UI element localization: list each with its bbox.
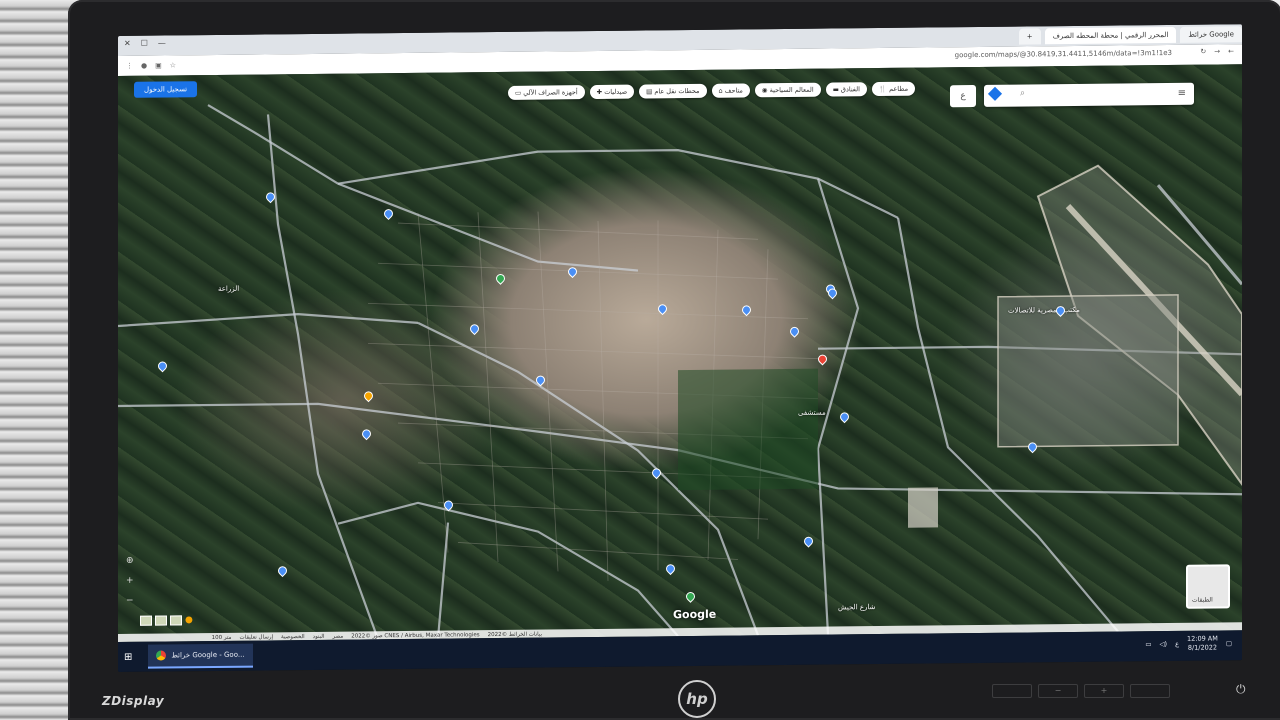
notifications-icon[interactable]: ▢ bbox=[1226, 639, 1232, 647]
star-icon[interactable]: ☆ bbox=[170, 61, 176, 69]
window-controls: ✕ ☐ — bbox=[124, 38, 166, 47]
map-label[interactable]: الزراعة bbox=[218, 285, 239, 293]
zoom-out-button[interactable]: − bbox=[126, 596, 134, 606]
chip-museums[interactable]: ⌂ متاحف bbox=[711, 83, 750, 98]
map-label[interactable]: مستشفى bbox=[798, 409, 826, 417]
nav-buttons: ↻ → ← bbox=[1200, 47, 1234, 55]
clock[interactable]: 12:09 AM 8/1/2022 bbox=[1187, 634, 1218, 652]
road-network bbox=[118, 104, 1242, 640]
pharmacy-icon: ✚ bbox=[596, 87, 603, 96]
satellite-map[interactable]: تسجيل الدخول 🍴 مطاعم ▬ الفنادق ◉ المعالم… bbox=[118, 64, 1242, 643]
chip-transit[interactable]: ▤ محطات نقل عام bbox=[639, 83, 707, 99]
thumbnail-icon[interactable] bbox=[140, 615, 152, 626]
back-icon[interactable]: ← bbox=[1228, 47, 1234, 55]
new-tab-button[interactable]: + bbox=[1018, 28, 1041, 45]
fork-knife-icon: 🍴 bbox=[878, 84, 887, 94]
browser-tab[interactable]: خرائط Google bbox=[1180, 26, 1242, 43]
bus-icon: ▤ bbox=[646, 87, 653, 96]
chip-atms[interactable]: ▭ أجهزة الصراف الآلي bbox=[508, 85, 585, 100]
monitor-buttons[interactable]: − + bbox=[992, 684, 1170, 698]
camera-icon: ◉ bbox=[761, 86, 768, 95]
monitor-model-label: ZDisplay bbox=[102, 694, 165, 708]
zoom-in-button[interactable]: + bbox=[126, 576, 134, 586]
atm-icon: ▭ bbox=[515, 88, 522, 97]
extensions-icon[interactable]: ▣ bbox=[155, 62, 162, 70]
map-controls: ⊕ + − bbox=[126, 556, 134, 606]
monitor-button[interactable]: − bbox=[1038, 684, 1078, 698]
chip-hotels[interactable]: ▬ الفنادق bbox=[825, 82, 867, 97]
taskbar-app-chrome[interactable]: خرائط Google - Goo... bbox=[148, 643, 253, 669]
bed-icon: ▬ bbox=[832, 85, 839, 94]
compass-icon[interactable]: ⊕ bbox=[126, 556, 134, 566]
map-label[interactable]: شارع الجيش bbox=[838, 603, 875, 611]
system-tray: ▭ ◁) ع 12:09 AM 8/1/2022 ▢ bbox=[1145, 634, 1232, 653]
hp-logo: hp bbox=[678, 680, 716, 718]
pegman-icon[interactable]: ● bbox=[185, 615, 193, 625]
search-box[interactable]: ⌕ ≡ bbox=[984, 82, 1194, 107]
museum-icon: ⌂ bbox=[718, 86, 723, 95]
building bbox=[908, 487, 938, 528]
monitor-button[interactable]: + bbox=[1084, 684, 1124, 698]
reload-icon[interactable]: ↻ bbox=[1200, 48, 1206, 56]
volume-icon[interactable]: ◁) bbox=[1160, 640, 1168, 648]
chip-restaurants[interactable]: 🍴 مطاعم bbox=[871, 81, 916, 97]
clock-time: 12:09 AM bbox=[1186, 634, 1218, 643]
power-icon[interactable]: ⏻ bbox=[1236, 682, 1246, 697]
hamburger-menu-icon[interactable]: ≡ bbox=[1178, 88, 1186, 99]
thumbnail-icon[interactable] bbox=[170, 615, 182, 626]
language-button[interactable]: ع bbox=[950, 85, 976, 108]
layers-button[interactable]: الطبقات bbox=[1186, 564, 1230, 609]
close-icon[interactable]: ✕ bbox=[124, 39, 131, 48]
browser-tab-active[interactable]: المحرر الرقمي | محطة المحطه الصرف bbox=[1044, 26, 1177, 45]
taskbar-app-label: خرائط Google - Goo... bbox=[171, 650, 245, 660]
windows-start-icon[interactable]: ⊞ bbox=[124, 651, 132, 662]
chip-pharmacies[interactable]: ✚ صيدليات bbox=[589, 84, 635, 100]
airbase bbox=[997, 164, 1242, 488]
menu-dots-icon[interactable]: ⋮ bbox=[126, 62, 133, 70]
sign-in-button[interactable]: تسجيل الدخول bbox=[134, 81, 198, 98]
google-watermark: Google bbox=[673, 607, 717, 622]
network-icon[interactable]: ▭ bbox=[1145, 640, 1151, 648]
screen: خرائط Google المحرر الرقمي | محطة المحطه… bbox=[118, 24, 1242, 673]
search-icon[interactable]: ⌕ bbox=[1020, 89, 1025, 99]
chrome-icon bbox=[156, 650, 167, 661]
thumbnail-icon[interactable] bbox=[155, 615, 167, 626]
url-field[interactable]: google.com/maps/@30.8419,31.4411,5146m/d… bbox=[955, 49, 1172, 59]
language-indicator[interactable]: ع bbox=[1175, 640, 1179, 648]
forward-icon[interactable]: → bbox=[1214, 47, 1220, 55]
layers-label: الطبقات bbox=[1192, 596, 1213, 604]
map-thumbnails: ● bbox=[140, 615, 193, 626]
monitor-button[interactable] bbox=[992, 684, 1032, 698]
map-label[interactable]: مكتب المصرية للاتصالات bbox=[1008, 306, 1080, 315]
clock-date: 8/1/2022 bbox=[1187, 643, 1218, 652]
minimize-icon[interactable]: — bbox=[158, 38, 166, 47]
monitor-button[interactable] bbox=[1130, 684, 1170, 698]
chip-attractions[interactable]: ◉ المعالم السياحية bbox=[754, 82, 821, 98]
field bbox=[678, 368, 818, 491]
profile-icon[interactable]: ● bbox=[141, 62, 147, 70]
maximize-icon[interactable]: ☐ bbox=[141, 39, 148, 48]
